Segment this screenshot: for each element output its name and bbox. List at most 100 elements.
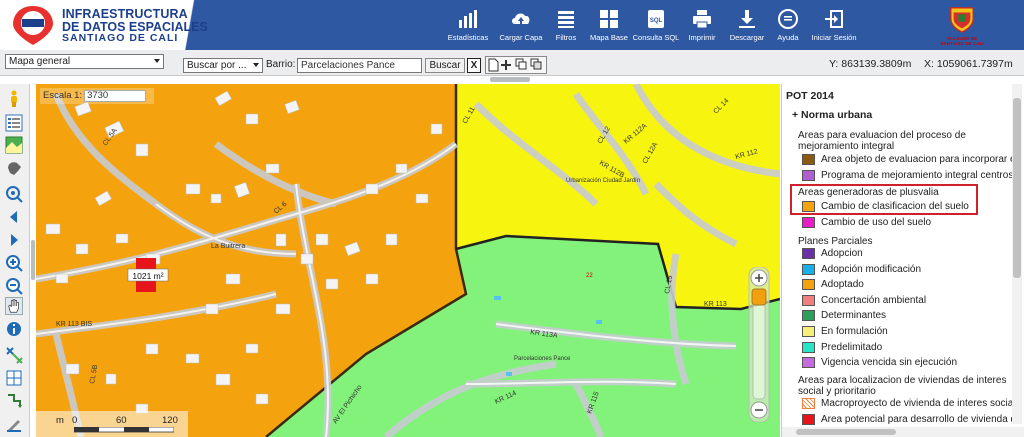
tool-descargar[interactable]: Descargar [724,0,770,50]
legend-group-heading: Areas para localizacion de viviendas de … [798,375,1007,397]
tool-iniciar-sesion[interactable]: Iniciar Sesión [806,0,862,50]
tool-label: Estadísticas [447,33,489,42]
legend-item-label: Determinantes [821,310,887,321]
route-arrows-icon[interactable] [5,392,23,410]
legend-group-heading: Planes Parciales [798,236,873,247]
scrollbar-thumb[interactable] [796,429,896,435]
legend-item-label: Vigencia vencida sin ejecución [821,357,958,368]
search-button[interactable]: Buscar [425,58,465,73]
street-label: La Buitrera [211,243,245,250]
coordinate-y-readout: Y: 863139.3809m [829,58,912,70]
legend-swatch [802,264,815,275]
panel-splitter-vertical[interactable] [31,240,35,280]
coat-of-arms-icon [950,7,974,33]
map-overview-icon[interactable] [5,136,23,154]
svg-text:SQL: SQL [650,18,663,24]
legend-item-label: Macroproyecto de vivienda de interes soc… [821,398,1016,409]
filter-list-icon [558,11,574,28]
map-canvas[interactable]: 1021 m² CL 5A CL 6 La Buitrera KR 113 BI… [36,84,780,437]
clear-button[interactable]: X [467,58,481,73]
next-extent-icon[interactable] [5,231,23,249]
tool-ayuda[interactable]: Ayuda [770,0,806,50]
zoom-slider-thumb[interactable] [751,288,767,306]
legend-list-icon[interactable] [5,114,23,132]
app-header: INFRAESTRUCTURA DE DATOS ESPACIALES SANT… [0,0,1024,50]
tool-label: Imprimir [688,33,716,42]
legend-item-label: Adoptado [821,279,864,290]
bar-chart-icon [459,10,477,28]
zoom-extent-icon[interactable] [5,185,23,203]
legend-group-heading: Areas para evaluacion del proceso de mej… [798,130,966,152]
draw-tools-icon[interactable] [5,415,23,433]
brand-title-line1: INFRAESTRUCTURA [62,7,188,21]
measure-grid-icon[interactable] [5,369,23,387]
street-view-icon[interactable] [5,90,23,108]
scrollbar-thumb[interactable] [1013,98,1021,278]
legend-item-label: Area potencial para desarrollo de vivien… [821,414,1017,425]
tool-mapa-base[interactable]: Mapa Base [586,0,632,50]
new-document-icon[interactable] [488,58,499,72]
scalebar-tick: 0 [72,415,78,426]
legend-swatch [802,342,815,353]
scale-input[interactable]: 3730 [84,90,147,102]
printer-icon [693,10,711,29]
previous-extent-icon[interactable] [5,208,23,226]
area-label: 1021 m² [132,271,163,281]
barrio-input[interactable]: Parcelaciones Pance [297,58,422,73]
alcaldia-logo: ALCALDÍA DE SANTIAGO DE CALI [930,4,994,48]
basemap-icon [600,10,618,28]
zoom-in-icon[interactable] [5,254,23,272]
legend-item-label: Adopción modificación [821,264,922,275]
legend-swatch [802,310,815,321]
zoom-out-icon[interactable] [5,277,23,295]
tool-cargar-capa[interactable]: Cargar Capa [496,0,546,50]
tool-consulta-sql[interactable]: SQL Consulta SQL [632,0,680,50]
legend-group-heading: Areas generadoras de plusvalia [798,187,939,198]
search-by-value: Buscar por ... [187,60,247,71]
coordinate-x-readout: X: 1059061.7397m [924,58,1013,70]
legend-horizontal-scrollbar[interactable] [782,427,1024,437]
map-select[interactable]: Mapa general [5,54,164,69]
legend-swatch [802,295,815,306]
tool-label: Mapa Base [590,33,628,42]
main-toolbar: Estadísticas Cargar Capa Filtros Mapa Ba… [440,0,862,50]
legend-swatch [802,217,815,228]
tool-estadisticas[interactable]: Estadísticas [440,0,496,50]
scale-bar: m 0 60 120 [36,411,188,437]
pan-hand-grab-icon[interactable] [5,159,23,177]
search-by-select[interactable]: Buscar por ... [183,58,263,73]
legend-item-label: Predelimitado [821,342,883,353]
scalebar-graphic [74,427,174,433]
legend-panel: POT 2014 + Norma urbana Areas para evalu… [781,84,1024,437]
alcaldia-line2: SANTIAGO DE CALI [940,40,984,46]
zoom-slider[interactable] [748,267,770,422]
scalebar-unit: m [56,415,64,426]
legend-expander-norma-urbana[interactable]: + Norma urbana [792,109,872,121]
tool-filtros[interactable]: Filtros [546,0,586,50]
select-feature-icon[interactable] [5,346,23,364]
identify-info-icon[interactable] [5,320,23,338]
tool-imprimir[interactable]: Imprimir [680,0,724,50]
street-label: KR 113 BIS [56,321,92,328]
clear-button-label: X [470,60,478,71]
map-layer: 1021 m² CL 5A CL 6 La Buitrera KR 113 BI… [36,84,780,437]
pan-hand-icon[interactable] [5,297,23,315]
legend-vertical-scrollbar[interactable] [1012,84,1022,424]
brand-title: INFRAESTRUCTURA DE DATOS ESPACIALES SANT… [62,8,208,44]
legend-swatch [802,279,815,290]
legend-swatch [802,201,815,212]
barrio-label: Barrio: [266,59,296,70]
tool-label: Descargar [729,33,765,42]
map-tools-sidebar [0,84,30,437]
legend-item-label: Programa de mejoramiento integral centro… [821,170,1014,181]
panel-splitter-horizontal[interactable] [490,77,530,82]
chevron-down-icon [154,59,160,63]
idesc-logo-icon [13,6,53,45]
legend-swatch [802,248,815,259]
brand-title-line3: SANTIAGO DE CALI [62,32,179,44]
tool-label: Filtros [555,33,577,42]
help-icon [778,9,798,29]
street-label: Urbanización Ciudad Jardín [566,178,640,184]
upload-cloud-icon [512,13,530,25]
scalebar-tick: 120 [162,415,178,426]
